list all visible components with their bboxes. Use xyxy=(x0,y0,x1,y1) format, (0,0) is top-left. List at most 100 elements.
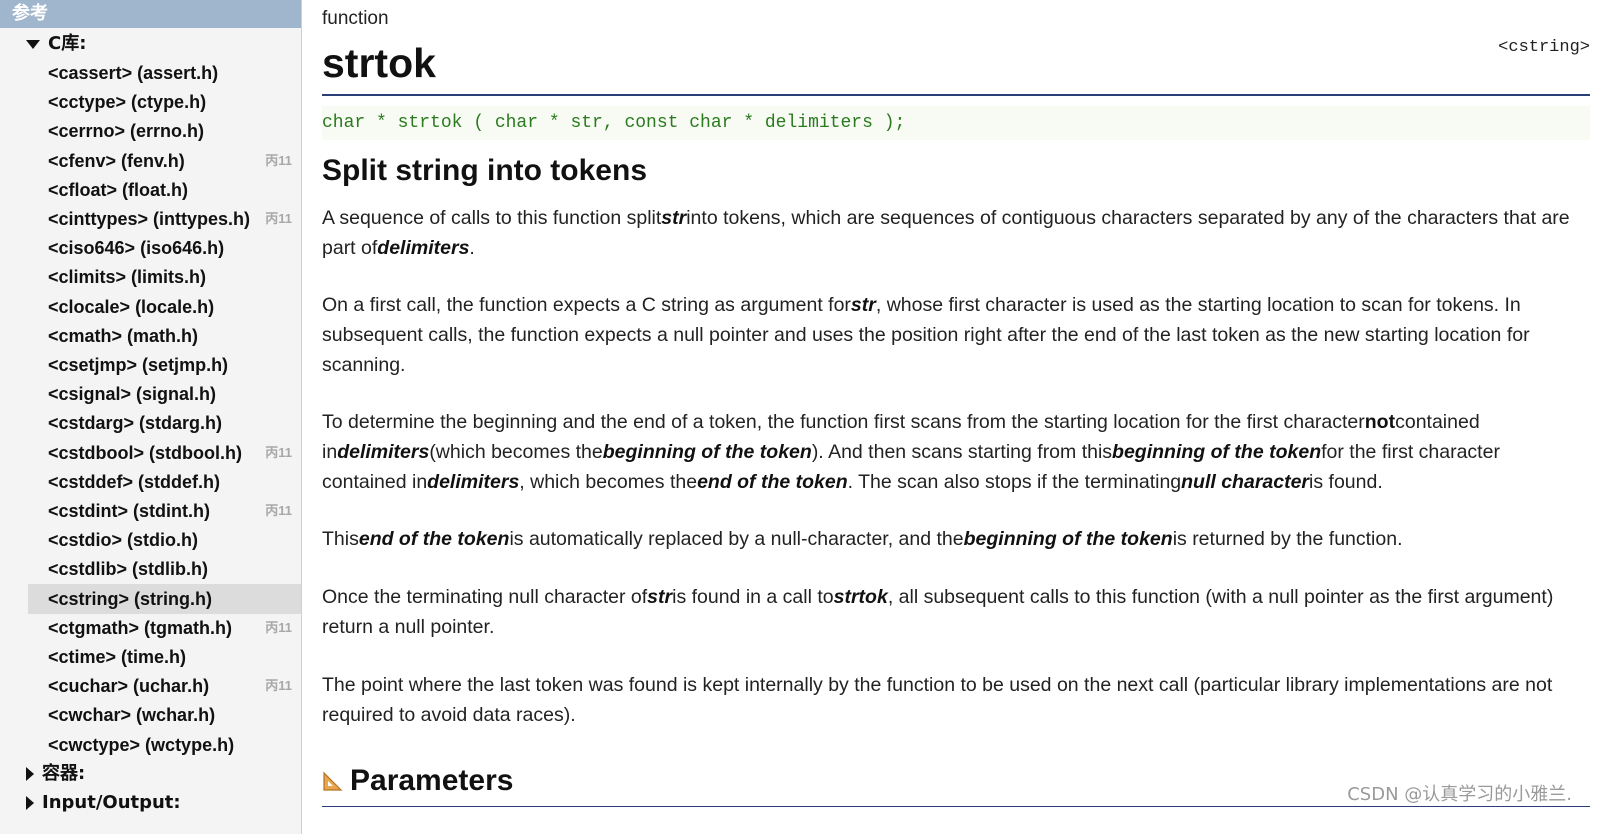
parameters-divider xyxy=(322,806,1590,807)
description-paragraph-3: To determine the beginning and the end o… xyxy=(322,407,1588,497)
main-content: function <cstring> strtok char * strtok … xyxy=(322,0,1590,834)
sidebar-group-label: 容器: xyxy=(42,763,86,784)
sidebar-item-label: <climits> (limits.h) xyxy=(48,267,207,288)
sidebar-item-cfloat[interactable]: <cfloat> (float.h) xyxy=(28,175,301,205)
text: is found in a call to xyxy=(672,586,834,608)
sidebar-item-cstdlib[interactable]: <cstdlib> (stdlib.h) xyxy=(28,554,301,584)
sidebar-item-csignal[interactable]: <csignal> (signal.h) xyxy=(28,379,301,409)
sidebar-item-cwchar[interactable]: <cwchar> (wchar.h) xyxy=(28,700,301,730)
sidebar-item-label: <cctype> (ctype.h) xyxy=(48,92,207,113)
term-null-character: null character xyxy=(1181,471,1310,493)
sidebar-item-cuchar[interactable]: <cuchar> (uchar.h) 丙11 xyxy=(28,671,301,701)
text: (which becomes the xyxy=(429,441,603,463)
sidebar-item-cassert[interactable]: <cassert> (assert.h) xyxy=(28,58,301,88)
description-paragraph-1: A sequence of calls to this function spl… xyxy=(322,203,1588,263)
term-beginning-of-token: beginning of the token xyxy=(602,441,812,463)
term-str: str xyxy=(647,586,673,608)
sidebar-group-label: C库: xyxy=(48,33,87,54)
watermark-text: CSDN @认真学习的小雅兰. xyxy=(1347,784,1572,805)
sidebar-item-cctype[interactable]: <cctype> (ctype.h) xyxy=(28,87,301,117)
sidebar-item-label: <ctgmath> (tgmath.h) xyxy=(48,617,233,638)
sidebar-item-ctime[interactable]: <ctime> (time.h) xyxy=(28,642,301,672)
sidebar-item-cstring[interactable]: <cstring> (string.h) xyxy=(28,583,301,614)
sidebar-item-cstddef[interactable]: <cstddef> (stddef.h) xyxy=(28,467,301,497)
sidebar-item-label: <cfloat> (float.h) xyxy=(48,179,189,200)
text: ). And then scans starting from this xyxy=(811,441,1113,463)
term-end-of-token: end of the token xyxy=(697,471,848,493)
text: is automatically replaced by a null-char… xyxy=(509,528,964,550)
sidebar-group-containers[interactable]: 容器: xyxy=(26,759,85,789)
sidebar-item-label: <cstdio> (stdio.h) xyxy=(48,530,199,551)
text: Once the terminating null character of xyxy=(322,586,648,608)
collapsed-triangle-icon xyxy=(26,796,34,810)
description-paragraph-2: On a first call, the function expects a … xyxy=(322,290,1588,380)
sidebar-group-label: Input/Output: xyxy=(42,792,181,813)
sidebar-item-label: <cstring> (string.h) xyxy=(48,588,213,609)
parameters-heading: Parameters xyxy=(322,764,513,798)
description-paragraph-4: Thisend of the tokenis automatically rep… xyxy=(322,524,1588,554)
sidebar-item-cstdbool[interactable]: <cstdbool> (stdbool.h) 丙11 xyxy=(28,438,301,468)
entity-kind: function xyxy=(322,8,389,29)
text: , which becomes the xyxy=(519,471,698,493)
term-str: str xyxy=(661,207,687,229)
sidebar-header: 参考 xyxy=(0,0,301,28)
version-badge: 丙11 xyxy=(265,503,292,518)
sidebar-item-ctgmath[interactable]: <ctgmath> (tgmath.h) 丙11 xyxy=(28,613,301,643)
text: To determine the beginning and the end o… xyxy=(322,411,1365,433)
sidebar-item-cstdarg[interactable]: <cstdarg> (stdarg.h) xyxy=(28,408,301,438)
sidebar-item-label: <cerrno> (errno.h) xyxy=(48,121,205,142)
section-title: Split string into tokens xyxy=(322,154,648,187)
sidebar-item-label: <ciso646> (iso646.h) xyxy=(48,238,225,259)
term-delimiters: delimiters xyxy=(377,237,470,259)
term-beginning-of-token: beginning of the token xyxy=(963,528,1173,550)
term-beginning-of-token: beginning of the token xyxy=(1112,441,1322,463)
sidebar-item-label: <cassert> (assert.h) xyxy=(48,63,219,83)
title-divider xyxy=(322,94,1590,96)
sidebar-item-ciso646[interactable]: <ciso646> (iso646.h) xyxy=(28,233,301,263)
sidebar-item-label: <cwctype> (wctype.h) xyxy=(48,734,235,755)
expanded-triangle-icon xyxy=(26,39,40,49)
sidebar-item-cwctype[interactable]: <cwctype> (wctype.h) xyxy=(28,730,301,760)
sidebar-item-cinttypes[interactable]: <cinttypes> (inttypes.h) 丙11 xyxy=(28,204,301,234)
description-paragraph-6: The point where the last token was found… xyxy=(322,674,1553,726)
sidebar-item-cstdint[interactable]: <cstdint> (stdint.h) 丙11 xyxy=(28,496,301,526)
sidebar-item-label: <csignal> (signal.h) xyxy=(48,384,217,405)
sidebar-item-cstdio[interactable]: <cstdio> (stdio.h) xyxy=(28,525,301,555)
sidebar-group-input-output[interactable]: Input/Output: xyxy=(26,788,181,818)
text: is returned by the function. xyxy=(1172,528,1403,550)
page-title: strtok xyxy=(322,40,436,86)
version-badge: 丙11 xyxy=(265,619,292,635)
collapsed-triangle-icon xyxy=(26,767,34,781)
sidebar-item-climits[interactable]: <climits> (limits.h) xyxy=(28,262,301,292)
version-badge: 丙11 xyxy=(265,678,292,694)
sidebar-item-label: <cwchar> (wchar.h) xyxy=(48,705,216,726)
description-paragraph-5: Once the terminating null character ofst… xyxy=(322,582,1588,642)
sidebar-item-label: <cstdbool> (stdbool.h) xyxy=(48,442,242,463)
term-strtok: strtok xyxy=(833,586,888,608)
term-delimiters: delimiters xyxy=(337,441,430,463)
term-end-of-token: end of the token xyxy=(358,528,510,550)
text: . The scan also stops if the terminating xyxy=(847,471,1182,493)
function-prototype: char * strtok ( char * str, const char *… xyxy=(322,106,1590,140)
text: On a first call, the function expects a … xyxy=(322,294,851,316)
sidebar-item-label: <clocale> (locale.h) xyxy=(48,296,215,317)
sidebar-item-label: <ctime> (time.h) xyxy=(48,647,187,667)
sidebar-group-c-library[interactable]: C库: xyxy=(26,29,86,59)
term-not: not xyxy=(1364,411,1396,433)
sidebar-item-label: <cfenv> (fenv.h) xyxy=(48,150,185,171)
text: A sequence of calls to this function spl… xyxy=(322,207,662,229)
sidebar-item-label: <cstdint> (stdint.h) xyxy=(48,501,210,521)
sidebar-item-csetjmp[interactable]: <csetjmp> (setjmp.h) xyxy=(28,350,301,380)
sidebar-item-label: <cinttypes> (inttypes.h) xyxy=(48,209,251,229)
version-badge: 丙11 xyxy=(265,444,292,460)
text: is found. xyxy=(1309,471,1383,493)
sidebar-item-label: <cmath> (math.h) xyxy=(48,325,199,346)
term-str: str xyxy=(850,294,876,316)
sidebar-item-cfenv[interactable]: <cfenv> (fenv.h) 丙11 xyxy=(28,146,301,176)
sidebar-item-clocale[interactable]: <clocale> (locale.h) xyxy=(28,292,301,322)
sidebar-item-cerrno[interactable]: <cerrno> (errno.h) xyxy=(28,116,301,146)
version-badge: 丙11 xyxy=(265,152,292,168)
sidebar: 参考 C库: <cassert> (assert.h) <cctype> (cty… xyxy=(0,0,302,834)
sidebar-item-label: <cstddef> (stddef.h) xyxy=(48,471,221,492)
sidebar-item-cmath[interactable]: <cmath> (math.h) xyxy=(28,321,301,351)
